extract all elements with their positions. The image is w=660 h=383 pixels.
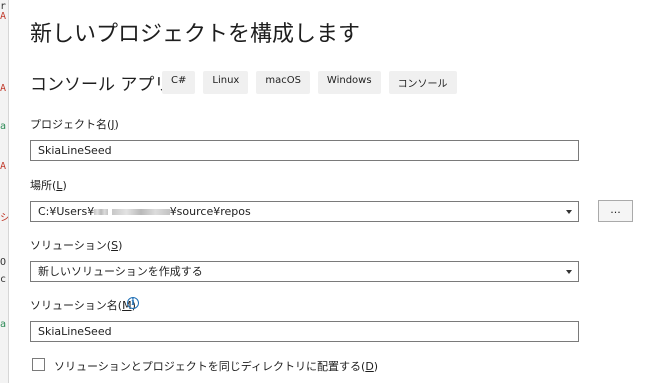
project-name-label: プロジェクト名(J) xyxy=(30,118,119,131)
info-icon[interactable]: i xyxy=(127,297,139,309)
solution-name-input[interactable]: SkiaLineSeed xyxy=(30,321,579,342)
chevron-down-icon xyxy=(566,270,572,274)
template-name: コンソール アプリ xyxy=(30,75,172,95)
template-tags: C# Linux macOS Windows コンソール xyxy=(162,71,457,94)
solution-name-label: ソリューション名(M) xyxy=(30,299,136,312)
chevron-down-icon xyxy=(566,210,572,214)
tag-macos: macOS xyxy=(256,71,310,94)
solution-label: ソリューション(S) xyxy=(30,239,123,252)
browse-button[interactable]: ... xyxy=(598,200,633,222)
location-label: 場所(L) xyxy=(30,179,67,192)
same-directory-label: ソリューションとプロジェクトを同じディレクトリに配置する(D) xyxy=(54,360,379,373)
tag-console: コンソール xyxy=(388,71,457,94)
tag-csharp: C# xyxy=(162,71,196,94)
project-name-input[interactable]: SkiaLineSeed xyxy=(30,140,579,161)
same-directory-checkbox[interactable] xyxy=(32,358,45,371)
location-combobox[interactable]: C:¥Users¥ ¥source¥repos xyxy=(30,201,579,222)
tag-linux: Linux xyxy=(203,71,249,94)
tag-windows: Windows xyxy=(317,71,381,94)
configure-project-dialog: 新しいプロジェクトを構成します コンソール アプリ C# Linux macOS… xyxy=(10,0,660,383)
page-title: 新しいプロジェクトを構成します xyxy=(30,22,361,47)
solution-combobox[interactable]: 新しいソリューションを作成する xyxy=(30,261,579,282)
background-editor-edge: r A A a A シ O c a xyxy=(0,0,9,383)
